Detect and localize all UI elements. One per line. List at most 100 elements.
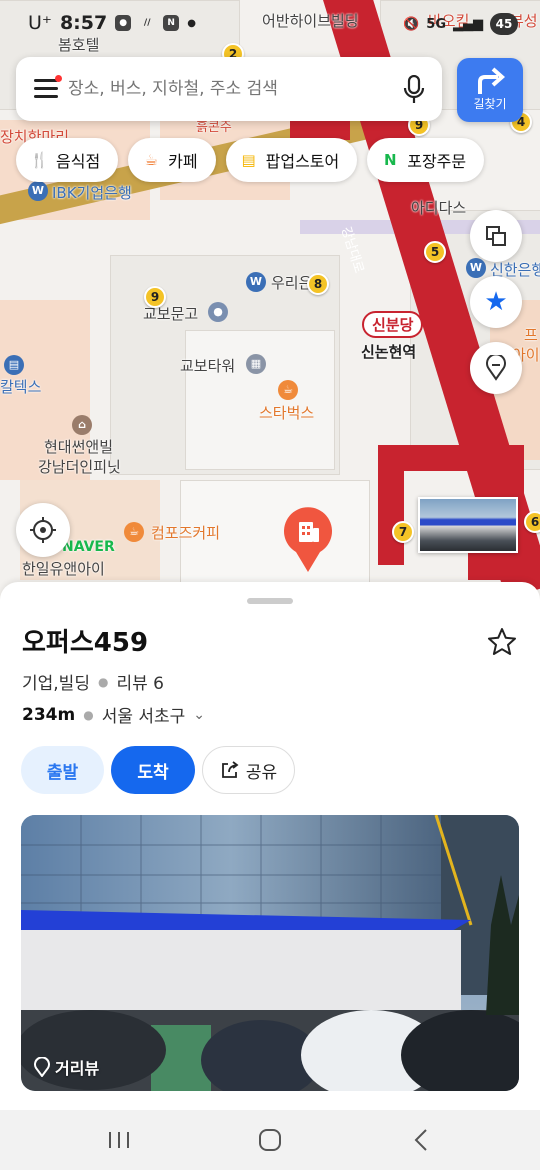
region-label: 서울 서초구	[101, 707, 186, 727]
system-nav-bar	[0, 1110, 540, 1170]
share-button[interactable]: 공유	[202, 746, 295, 794]
place-distance-row[interactable]: 234m ● 서울 서초구 ⌄	[22, 702, 206, 728]
chip-popup-store[interactable]: ▤ 팝업스토어	[225, 138, 358, 182]
map-label: 현대썬앤빌	[44, 438, 114, 456]
review-count[interactable]: 리뷰 6	[116, 669, 164, 694]
map-label: IBK기업은행	[52, 184, 132, 202]
place-pin-icon[interactable]	[282, 506, 334, 574]
menu-badge-dot	[55, 75, 62, 82]
crosshair-icon	[30, 517, 56, 543]
chip-label: 카페	[168, 152, 198, 171]
place-detail-sheet: 오퍼스459 기업,빌딩 ● 리뷰 6 234m ● 서울 서초구 ⌄ 출발 도…	[0, 582, 540, 1110]
map-block	[185, 330, 335, 470]
cafe-icon: ☕	[124, 522, 144, 542]
map-label: 스타벅스	[259, 404, 315, 422]
exit-number-badge: 5	[424, 241, 446, 263]
route-arrow-icon	[478, 67, 506, 94]
naver-n-icon: N	[383, 151, 397, 169]
route-button[interactable]: 길찾기	[457, 58, 523, 122]
chip-cafe[interactable]: ☕ 카페	[128, 138, 216, 182]
chevron-down-icon: ⌄	[193, 706, 206, 723]
map-view[interactable]: 봄호텔 어반하이브빌딩 바오킴 뷰성 장치한마리 흙콘주 W IBK기업은행 아…	[0, 0, 540, 600]
fork-spoon-icon: 🍴	[30, 151, 49, 169]
exit-number-badge: 9	[144, 286, 166, 308]
notification-icon: //	[143, 18, 151, 28]
star-icon: ★	[484, 287, 508, 317]
place-category: 기업,빌딩	[22, 674, 90, 694]
battery-icon: 45	[490, 13, 518, 35]
layers-button[interactable]	[470, 210, 522, 262]
back-button[interactable]	[406, 1128, 436, 1152]
category-chips: 🍴 음식점 ☕ 카페 ▤ 팝업스토어 N 포장주문	[16, 138, 485, 182]
recent-apps-button[interactable]	[104, 1128, 134, 1152]
depart-button[interactable]: 출발	[21, 746, 104, 794]
map-label: 컴포즈커피	[151, 524, 221, 542]
layers-icon	[486, 226, 506, 246]
naver-label: NAVER	[62, 539, 115, 555]
home-button[interactable]	[255, 1128, 285, 1152]
signal-icon: ▂▄▆	[453, 16, 483, 32]
mic-icon[interactable]	[402, 74, 426, 105]
map-label: 칼텍스	[0, 378, 42, 396]
building-icon: ▦	[246, 354, 266, 374]
favorites-button[interactable]: ★	[470, 276, 522, 328]
sheet-drag-handle[interactable]	[247, 598, 293, 604]
chip-label: 포장주문	[407, 152, 467, 171]
location-pin-icon	[34, 1057, 50, 1077]
bank-icon: W	[246, 272, 266, 292]
save-star-button[interactable]	[486, 626, 518, 658]
cup-icon: ☕	[144, 151, 158, 169]
action-buttons: 출발 도착 공유	[21, 746, 295, 794]
dot-icon: ●	[187, 17, 196, 29]
current-location-button[interactable]	[16, 503, 70, 557]
search-bar[interactable]	[16, 57, 442, 121]
bookstore-icon: ●	[208, 302, 228, 322]
exit-number-badge: 6	[524, 511, 540, 533]
clock: 8:57	[59, 12, 108, 34]
map-label: 한일유앤아이	[22, 560, 105, 578]
chip-label: 팝업스토어	[265, 152, 340, 171]
naver-notification-icon: N	[163, 15, 180, 31]
location-pin-icon	[486, 355, 506, 381]
notification-icon: ●	[115, 15, 132, 31]
location-pin-button[interactable]	[470, 342, 522, 394]
streetview-thumbnail[interactable]	[418, 497, 518, 553]
menu-icon[interactable]	[34, 75, 62, 99]
separator-dot: ●	[97, 674, 109, 689]
map-label: 프	[524, 326, 538, 344]
station-badge[interactable]: 신분당	[362, 311, 424, 338]
separator-dot: ●	[83, 707, 94, 722]
streetview-label-text: 거리뷰	[55, 1059, 100, 1078]
streetview-label: 거리뷰	[33, 1055, 99, 1079]
cafe-icon: ☕	[278, 380, 298, 400]
store-icon: ▤	[241, 151, 256, 169]
exit-number-badge: 7	[392, 521, 414, 543]
arrive-button[interactable]: 도착	[111, 746, 195, 794]
chip-restaurant[interactable]: 🍴 음식점	[16, 138, 119, 182]
map-label: 아디다스	[411, 199, 467, 217]
bank-icon: W	[28, 181, 48, 201]
exit-number-badge: 8	[307, 273, 329, 295]
building-icon: ▤	[4, 355, 24, 375]
share-icon	[221, 761, 239, 778]
chip-label: 음식점	[56, 152, 101, 171]
back-icon	[414, 1129, 427, 1151]
star-outline-icon	[488, 628, 516, 655]
recent-apps-icon	[109, 1132, 129, 1148]
streetview-photo	[21, 815, 519, 1091]
carrier-label: U⁺	[28, 12, 52, 34]
chip-takeout[interactable]: N 포장주문	[367, 138, 485, 182]
bank-icon: W	[466, 258, 486, 278]
route-button-label: 길찾기	[473, 97, 507, 111]
streetview-image[interactable]: 거리뷰	[21, 815, 519, 1091]
mute-icon: 🔇	[403, 16, 420, 32]
subway-line	[378, 445, 404, 565]
station-label: 신논현역	[361, 343, 417, 361]
status-bar: U⁺ 8:57 ● // N ● 🔇 5G ▂▄▆ 45	[0, 0, 540, 48]
network-label: 5G	[426, 16, 446, 32]
map-label: 교보타워	[180, 357, 236, 375]
search-input[interactable]	[68, 75, 388, 103]
place-meta: 기업,빌딩 ● 리뷰 6	[22, 669, 164, 694]
place-title: 오퍼스459	[22, 628, 149, 658]
home-icon	[259, 1129, 281, 1151]
